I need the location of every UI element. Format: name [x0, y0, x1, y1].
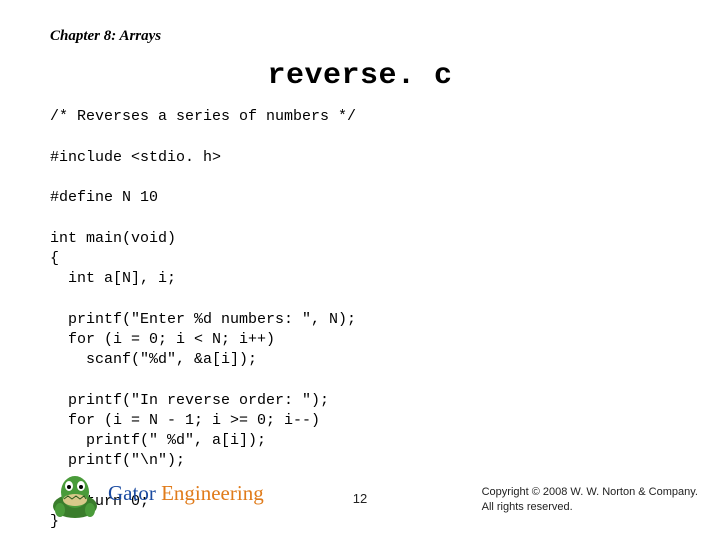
slide-title: reverse. c: [0, 59, 720, 93]
brand-second: Engineering: [161, 481, 264, 505]
footer: Gator Engineering 12 Copyright © 2008 W.…: [0, 468, 720, 528]
chapter-header: Chapter 8: Arrays: [0, 0, 720, 45]
copyright-line2: All rights reserved.: [482, 500, 698, 514]
copyright: Copyright © 2008 W. W. Norton & Company.…: [482, 485, 698, 514]
brand-first: Gator: [108, 481, 161, 505]
chapter-text: Chapter 8: Arrays: [50, 28, 161, 44]
brand-text: Gator Engineering: [108, 481, 264, 506]
gator-logo-icon: [46, 466, 104, 522]
page-number: 12: [353, 491, 367, 506]
copyright-line1: Copyright © 2008 W. W. Norton & Company.: [482, 485, 698, 499]
